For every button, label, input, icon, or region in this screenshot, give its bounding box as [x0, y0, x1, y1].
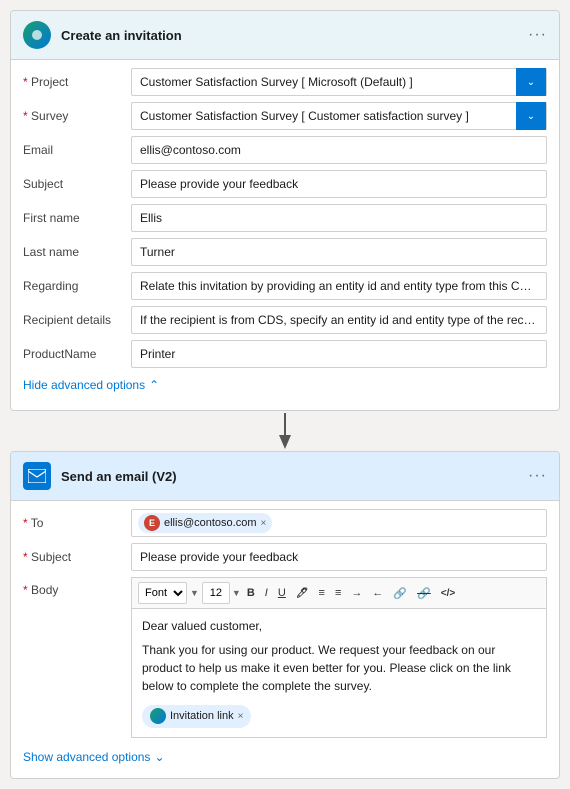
show-advanced-label: Show advanced options [23, 750, 150, 764]
body-label: Body [23, 583, 123, 597]
bold-button[interactable]: B [243, 585, 259, 601]
productname-input[interactable] [131, 340, 547, 368]
body-greeting: Dear valued customer, [142, 617, 536, 635]
align-left-button[interactable]: → [347, 585, 366, 601]
card1-more-icon[interactable]: ··· [528, 26, 547, 44]
project-value: Customer Satisfaction Survey [ Microsoft… [132, 70, 516, 94]
link-button[interactable]: 🔗 [389, 585, 411, 602]
dropdown-size-arrow-icon: ▼ [232, 588, 241, 598]
font-select[interactable]: Font [138, 582, 187, 604]
invitation-link-icon [150, 708, 166, 724]
firstname-label: First name [23, 211, 123, 225]
to-tag: E ellis@contoso.com × [138, 513, 272, 533]
send-email-card: Send an email (V2) ··· To E ellis@contos… [10, 451, 560, 779]
lastname-row: Last name [23, 238, 547, 266]
survey-label: Survey [23, 109, 123, 123]
productname-row: ProductName [23, 340, 547, 368]
hide-advanced-label: Hide advanced options [23, 378, 145, 392]
dropdown-font-arrow-icon: ▼ [189, 588, 200, 598]
survey-dropdown[interactable]: Customer Satisfaction Survey [ Customer … [131, 102, 547, 130]
regarding-label: Regarding [23, 279, 123, 293]
body-editor[interactable]: Dear valued customer, Thank you for usin… [131, 608, 547, 738]
card2-more-icon[interactable]: ··· [528, 467, 547, 485]
email-label: Email [23, 143, 123, 157]
survey-value: Customer Satisfaction Survey [ Customer … [132, 104, 516, 128]
unordered-list-button[interactable]: ≡ [315, 585, 329, 601]
italic-button[interactable]: I [261, 585, 272, 601]
hide-advanced-chevron-icon: ⌃ [149, 378, 159, 392]
hide-advanced-options[interactable]: Hide advanced options ⌃ [23, 374, 547, 398]
show-advanced-options[interactable]: Show advanced options ⌄ [23, 744, 547, 766]
recipient-row: Recipient details [23, 306, 547, 334]
card1-title: Create an invitation [61, 28, 518, 43]
firstname-input[interactable] [131, 204, 547, 232]
project-row: Project Customer Satisfaction Survey [ M… [23, 68, 547, 96]
down-arrow-icon [275, 413, 295, 449]
to-email: ellis@contoso.com [164, 517, 256, 529]
arrow-connector [10, 411, 560, 451]
body-content: Thank you for using our product. We requ… [142, 641, 536, 695]
email-subject-label: Subject [23, 550, 123, 564]
card2-title: Send an email (V2) [61, 469, 518, 484]
to-label: To [23, 516, 123, 530]
to-row: To E ellis@contoso.com × [23, 509, 547, 537]
card1-form-body: Project Customer Satisfaction Survey [ M… [11, 60, 559, 410]
regarding-input[interactable] [131, 272, 547, 300]
recipient-input[interactable] [131, 306, 547, 334]
body-editor-container: Font ▼ ▼ B I U 🖊 ≡ ≡ → ← 🔗 🔗 </> [131, 577, 547, 738]
project-dropdown-arrow[interactable]: ⌄ [516, 68, 546, 96]
productname-label: ProductName [23, 347, 123, 361]
survey-row: Survey Customer Satisfaction Survey [ Cu… [23, 102, 547, 130]
recipient-label: Recipient details [23, 313, 123, 327]
subject-row: Subject [23, 170, 547, 198]
card1-header: Create an invitation ··· [11, 11, 559, 60]
email-subject-row: Subject [23, 543, 547, 571]
lastname-input[interactable] [131, 238, 547, 266]
email-subject-input[interactable] [131, 543, 547, 571]
font-size-input[interactable] [202, 582, 230, 604]
to-tag-close-icon[interactable]: × [260, 518, 266, 529]
body-toolbar: Font ▼ ▼ B I U 🖊 ≡ ≡ → ← 🔗 🔗 </> [131, 577, 547, 608]
invitation-link-tag: Invitation link × [142, 705, 251, 728]
card2-icon [23, 462, 51, 490]
card2-header: Send an email (V2) ··· [11, 452, 559, 501]
firstname-row: First name [23, 204, 547, 232]
unlink-button[interactable]: 🔗 [413, 585, 435, 602]
show-advanced-chevron-icon: ⌄ [154, 750, 164, 764]
email-input[interactable] [131, 136, 547, 164]
subject-label: Subject [23, 177, 123, 191]
code-button[interactable]: </> [437, 586, 459, 601]
ordered-list-button[interactable]: ≡ [331, 585, 345, 601]
body-row: Body Font ▼ ▼ B I U 🖊 ≡ ≡ → ← [23, 577, 547, 738]
align-right-button[interactable]: ← [368, 585, 387, 601]
project-dropdown[interactable]: Customer Satisfaction Survey [ Microsoft… [131, 68, 547, 96]
regarding-row: Regarding [23, 272, 547, 300]
highlight-button[interactable]: 🖊 [292, 586, 313, 601]
survey-dropdown-arrow[interactable]: ⌄ [516, 102, 546, 130]
email-row: Email [23, 136, 547, 164]
invitation-link-label: Invitation link [170, 708, 234, 725]
subject-input[interactable] [131, 170, 547, 198]
invitation-link-close-icon[interactable]: × [238, 709, 244, 724]
card2-form-body: To E ellis@contoso.com × Subject Body Fo… [11, 501, 559, 778]
to-avatar: E [144, 515, 160, 531]
create-invitation-card: Create an invitation ··· Project Custome… [10, 10, 560, 411]
card1-icon [23, 21, 51, 49]
lastname-label: Last name [23, 245, 123, 259]
underline-button[interactable]: U [274, 585, 290, 601]
to-field[interactable]: E ellis@contoso.com × [131, 509, 547, 537]
project-label: Project [23, 75, 123, 89]
